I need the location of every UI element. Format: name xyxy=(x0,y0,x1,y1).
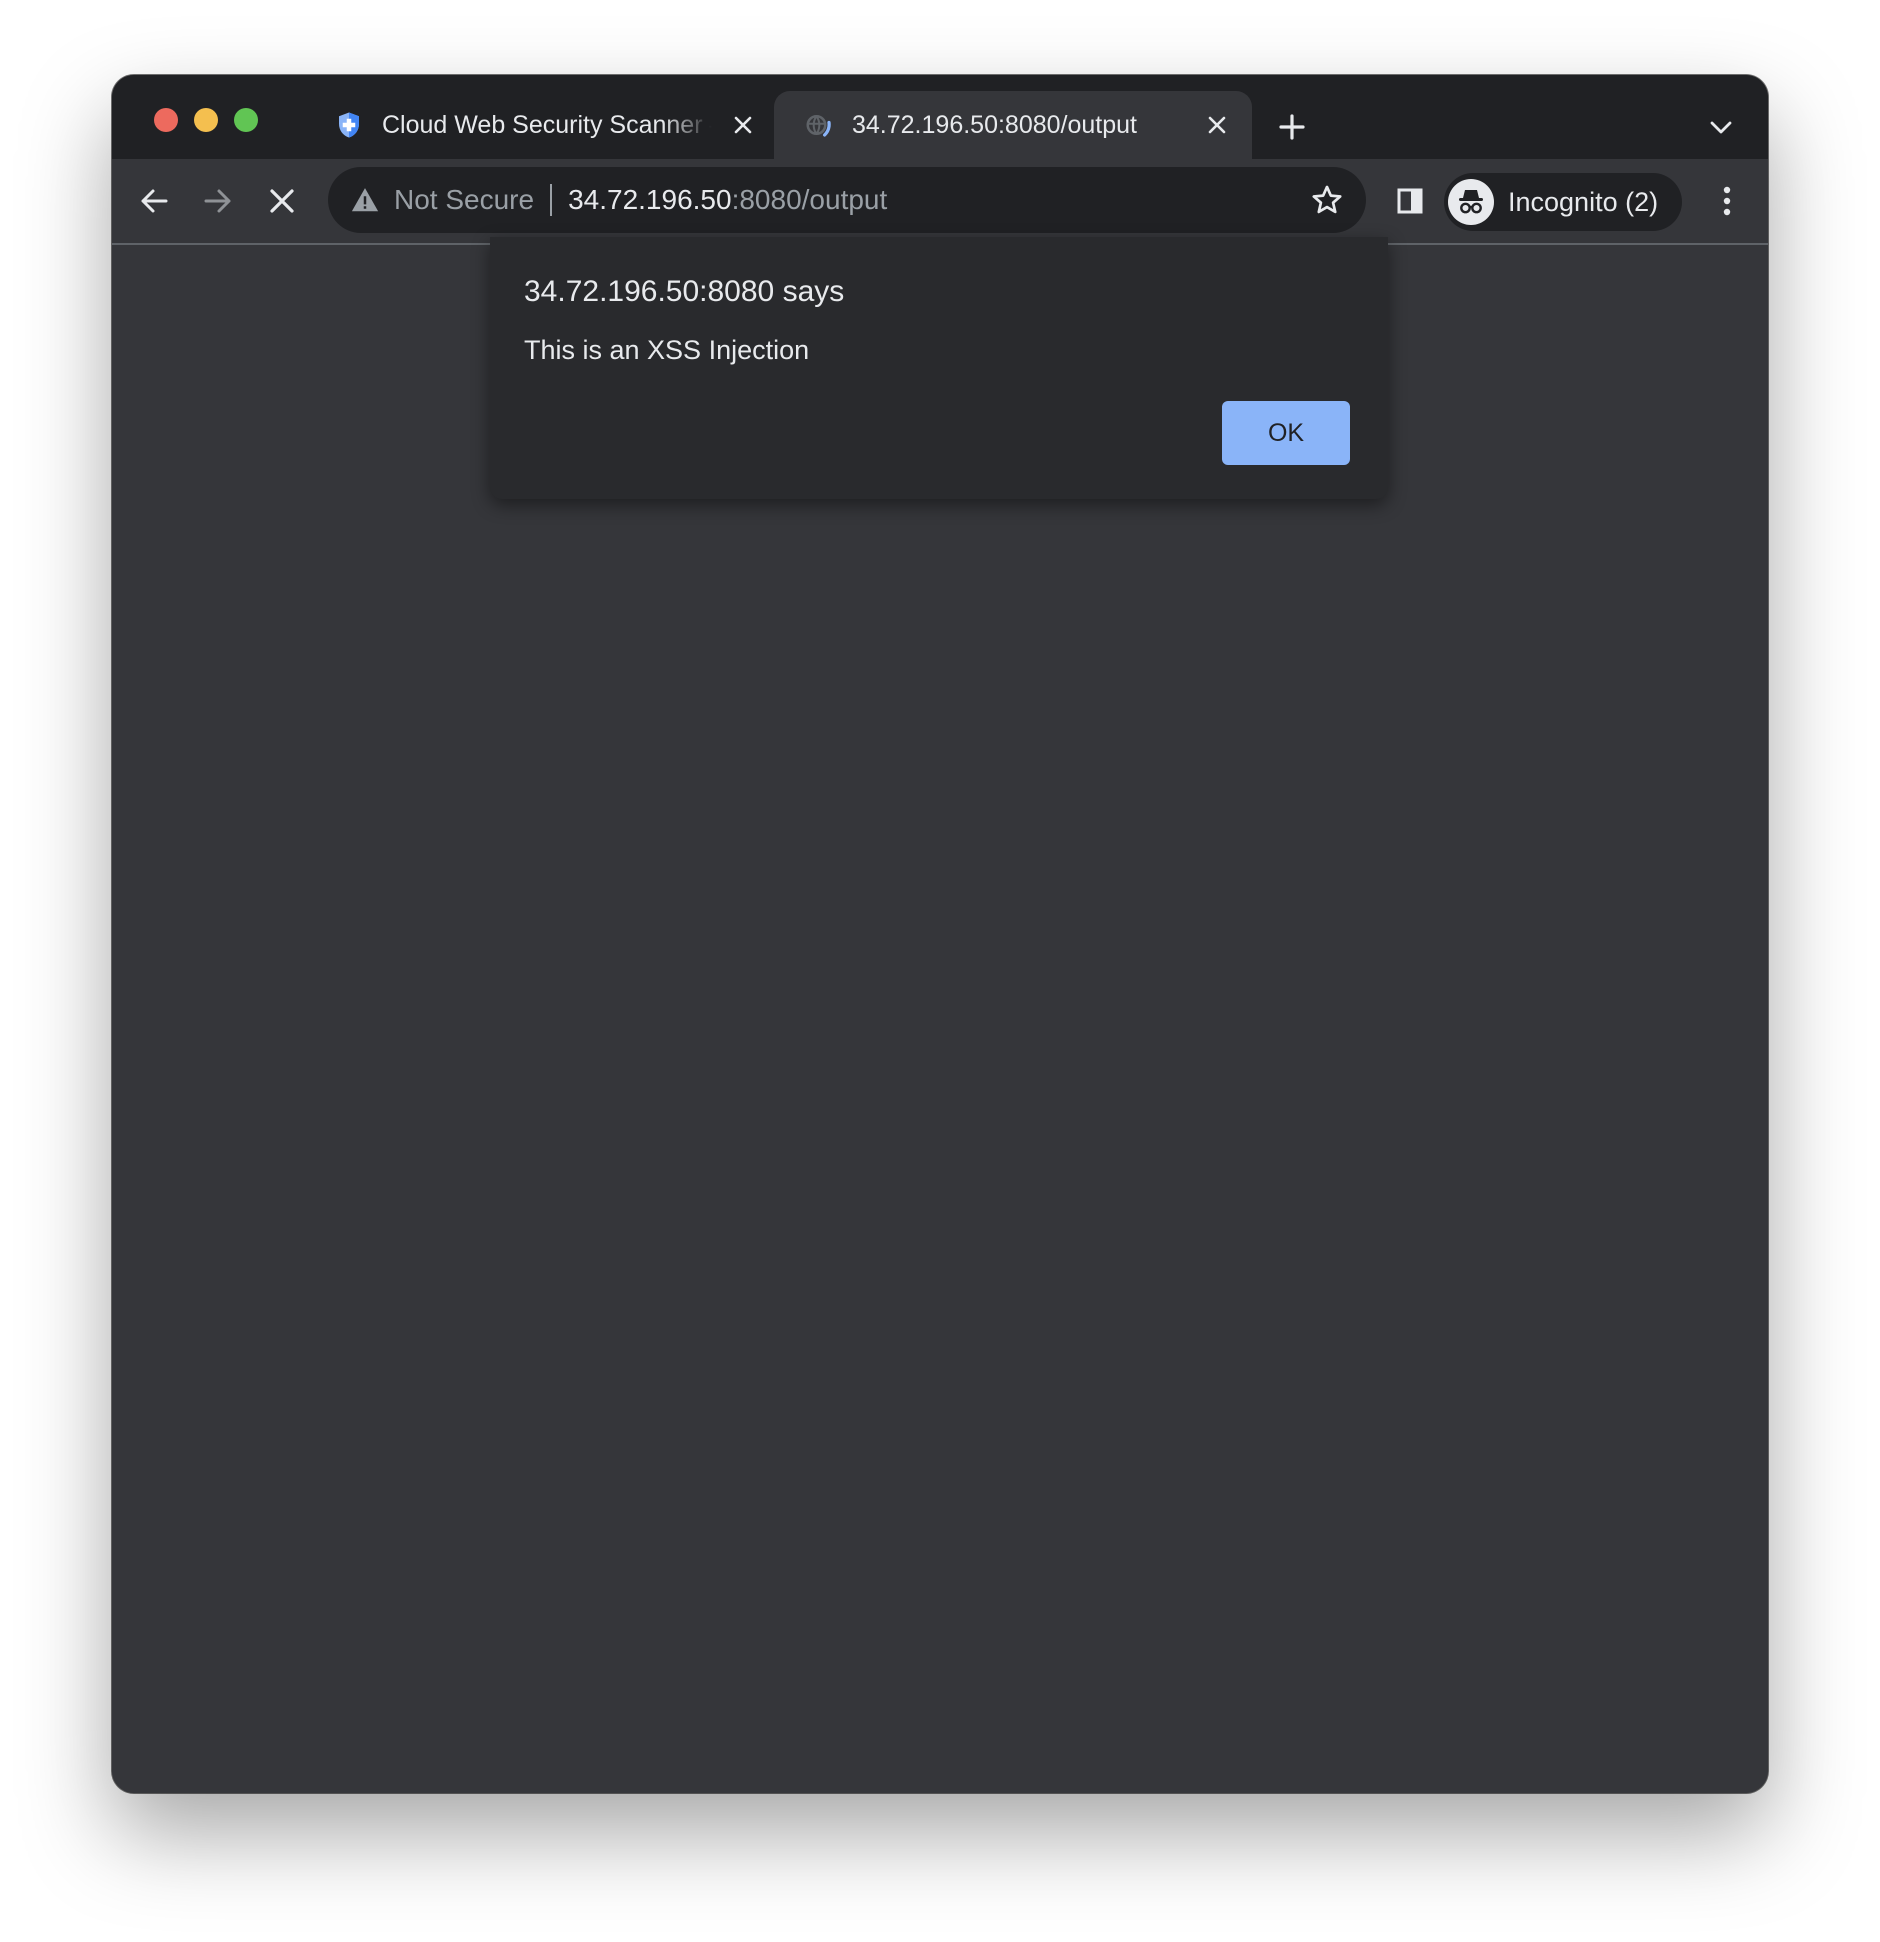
tab-title: Cloud Web Security Scanner – Web Securit… xyxy=(382,110,712,139)
avatar xyxy=(1448,179,1494,225)
tab-strip: Cloud Web Security Scanner – Web Securit… xyxy=(112,75,1768,159)
close-tab-button[interactable] xyxy=(1200,108,1234,142)
dialog-heading: 34.72.196.50:8080 says xyxy=(524,275,845,308)
tab-output[interactable]: 34.72.196.50:8080/output xyxy=(774,91,1252,159)
more-vertical-icon xyxy=(1723,186,1731,216)
address-bar[interactable]: Not Secure 34.72.196.50:8080/output xyxy=(328,167,1366,233)
tab-title: 34.72.196.50:8080/output xyxy=(852,110,1137,139)
arrow-left-icon xyxy=(141,189,168,213)
forward-button[interactable] xyxy=(194,177,242,225)
alert-dialog: 34.72.196.50:8080 says This is an XSS In… xyxy=(490,237,1388,499)
url-path: :8080/output xyxy=(731,184,888,215)
browser-menu-button[interactable] xyxy=(1712,177,1742,225)
warning-icon[interactable] xyxy=(350,185,380,215)
url-text[interactable]: 34.72.196.50:8080/output xyxy=(568,184,887,216)
zoom-window-button[interactable] xyxy=(234,108,258,132)
address-bar-divider xyxy=(550,184,553,216)
back-button[interactable] xyxy=(130,177,178,225)
close-window-button[interactable] xyxy=(154,108,178,132)
close-icon xyxy=(1208,116,1226,134)
tab-cloud-web-security-scanner[interactable]: Cloud Web Security Scanner – Web Securit… xyxy=(308,91,778,159)
toolbar: Not Secure 34.72.196.50:8080/output Inco… xyxy=(112,159,1768,245)
minimize-window-button[interactable] xyxy=(194,108,218,132)
star-icon[interactable] xyxy=(1310,183,1344,217)
stop-loading-button[interactable] xyxy=(258,177,306,225)
tab-search-button[interactable] xyxy=(1704,111,1738,145)
url-host: 34.72.196.50 xyxy=(568,184,732,215)
new-tab-button[interactable] xyxy=(1272,107,1312,147)
plus-icon xyxy=(1279,114,1305,140)
security-status-label[interactable]: Not Secure xyxy=(394,184,534,216)
close-icon xyxy=(270,189,294,213)
page-content: 34.72.196.50:8080 says This is an XSS In… xyxy=(112,237,1768,1793)
chevron-down-icon xyxy=(1710,121,1732,134)
shield-icon xyxy=(339,112,359,138)
close-tab-button[interactable] xyxy=(726,108,760,142)
incognito-profile-button[interactable]: Incognito (2) xyxy=(1444,173,1682,231)
browser-window: Cloud Web Security Scanner – Web Securit… xyxy=(112,75,1768,1793)
incognito-icon xyxy=(1459,190,1483,214)
arrow-right-icon xyxy=(204,189,231,213)
ok-button[interactable]: OK xyxy=(1222,401,1350,465)
side-panel-button[interactable] xyxy=(1386,177,1434,225)
dialog-message: This is an XSS Injection xyxy=(524,335,810,365)
loading-globe-icon xyxy=(806,115,831,137)
side-panel-icon xyxy=(1397,188,1423,214)
profile-label: Incognito (2) xyxy=(1508,186,1659,217)
close-icon xyxy=(734,116,752,134)
